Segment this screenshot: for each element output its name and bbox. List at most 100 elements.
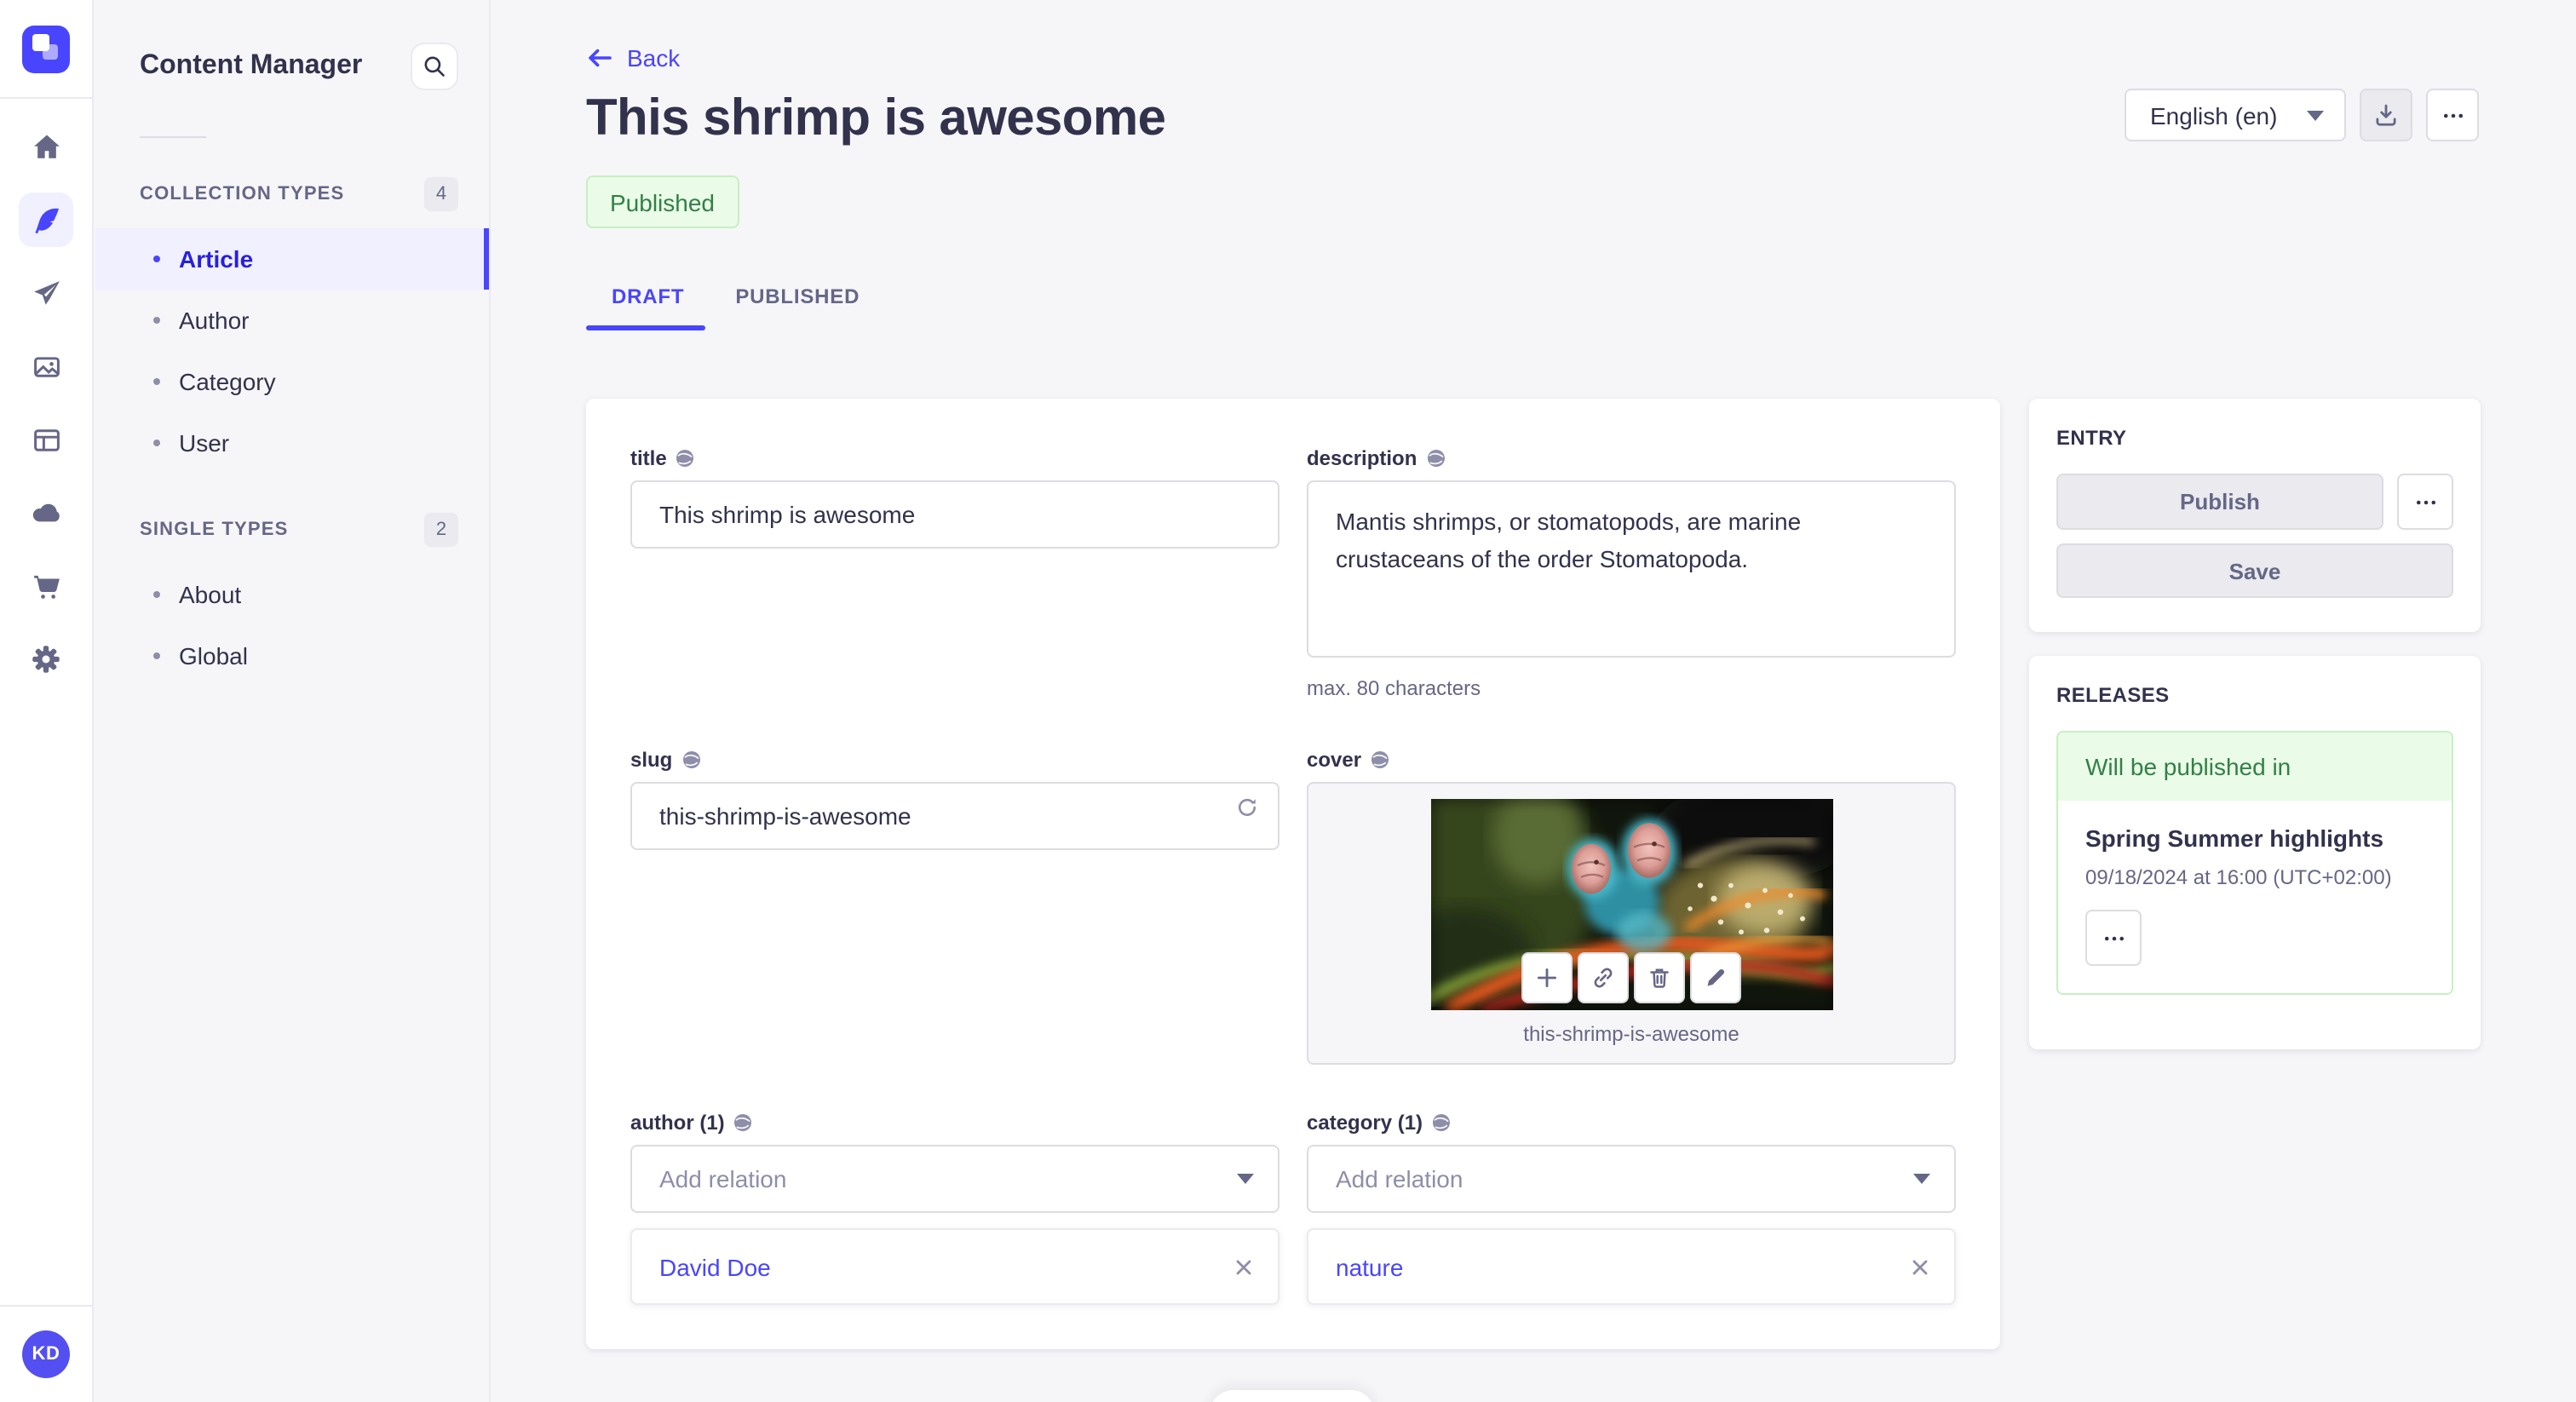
- single-types-count: 2: [424, 513, 458, 547]
- search-icon: [424, 56, 445, 77]
- add-media-button[interactable]: [1521, 952, 1573, 1003]
- globe-icon: [1427, 450, 1445, 467]
- sidebar-item-category[interactable]: Category: [95, 351, 489, 412]
- plus-icon: [1537, 968, 1557, 988]
- title-input[interactable]: [630, 480, 1279, 549]
- category-relation-item: nature: [1307, 1228, 1956, 1305]
- subnav-divider: [140, 136, 206, 138]
- bullet-icon: [153, 652, 160, 659]
- globe-icon: [676, 450, 694, 467]
- locale-select[interactable]: English (en): [2125, 89, 2346, 141]
- nav-rail: KD: [0, 0, 94, 1402]
- tab-active-underline: [586, 325, 705, 330]
- subnav-title: Content Manager: [140, 51, 363, 80]
- chevron-down-icon: [2307, 110, 2324, 120]
- pencil-icon: [1707, 968, 1725, 986]
- publish-button[interactable]: Publish: [2056, 474, 2383, 530]
- download-icon: [2376, 104, 2396, 126]
- content-manager-icon[interactable]: [19, 192, 73, 247]
- sidebar-item-author[interactable]: Author: [95, 290, 489, 351]
- release-more-button[interactable]: [2085, 910, 2142, 966]
- bullet-icon: [153, 317, 160, 324]
- status-badge: Published: [586, 175, 739, 228]
- refresh-icon: [1239, 798, 1256, 816]
- field-author: author (1) Add relation David Doe: [630, 1111, 1279, 1305]
- strapi-logo[interactable]: [22, 26, 70, 73]
- field-cover: cover this-shrimp-is-awesome: [1307, 748, 1956, 1065]
- ellipsis-icon: [2442, 112, 2463, 118]
- sidebar-item-global[interactable]: Global: [95, 625, 489, 687]
- relation-link[interactable]: David Doe: [659, 1253, 771, 1280]
- back-link[interactable]: Back: [586, 44, 680, 72]
- main-content: Back This shrimp is awesome Published En…: [491, 0, 2576, 1402]
- author-relation-item: David Doe: [630, 1228, 1279, 1305]
- chevron-down-icon: [1913, 1174, 1930, 1184]
- ellipsis-icon: [2415, 499, 2435, 504]
- globe-icon: [682, 751, 700, 768]
- slug-input[interactable]: [630, 782, 1279, 850]
- save-button[interactable]: Save: [2056, 543, 2453, 598]
- ellipsis-icon: [2103, 935, 2124, 940]
- export-button[interactable]: [2360, 89, 2412, 141]
- bottom-panel-handle[interactable]: [1210, 1390, 1375, 1402]
- cloud-icon[interactable]: [19, 486, 73, 540]
- category-relation-select[interactable]: Add relation: [1307, 1145, 1956, 1213]
- link-icon: [1594, 968, 1613, 988]
- settings-gear-icon[interactable]: [19, 632, 73, 687]
- collection-types-count: 4: [424, 177, 458, 211]
- release-name: Spring Summer highlights: [2085, 825, 2384, 852]
- field-category: category (1) Add relation nature: [1307, 1111, 1956, 1305]
- releases-icon[interactable]: [19, 266, 73, 320]
- more-options-button[interactable]: [2426, 89, 2479, 141]
- field-title: title: [630, 446, 1279, 700]
- field-description: description Mantis shrimps, or stomatopo…: [1307, 446, 1956, 700]
- active-indicator: [484, 228, 489, 290]
- entry-panel-title: ENTRY: [2056, 426, 2127, 450]
- field-slug: slug: [630, 748, 1279, 1065]
- bullet-icon: [153, 378, 160, 385]
- content-manager-sidebar: Content Manager COLLECTION TYPES 4 Artic…: [95, 0, 491, 1402]
- home-icon[interactable]: [19, 119, 73, 174]
- release-card: Will be published in Spring Summer highl…: [2056, 731, 2453, 995]
- version-tabs: DRAFT PUBLISHED: [586, 271, 885, 322]
- globe-icon: [734, 1114, 752, 1131]
- cover-caption: this-shrimp-is-awesome: [1523, 1022, 1739, 1046]
- releases-panel-title: RELEASES: [2056, 683, 2170, 707]
- copy-link-button[interactable]: [1578, 952, 1629, 1003]
- edit-media-button[interactable]: [1690, 952, 1741, 1003]
- relation-link[interactable]: nature: [1336, 1253, 1403, 1280]
- bullet-icon: [153, 440, 160, 446]
- user-avatar[interactable]: KD: [22, 1330, 70, 1378]
- sidebar-item-about[interactable]: About: [95, 564, 489, 625]
- delete-media-button[interactable]: [1634, 952, 1685, 1003]
- page-title: This shrimp is awesome: [586, 90, 1166, 147]
- description-textarea[interactable]: Mantis shrimps, or stomatopods, are mari…: [1307, 480, 1956, 658]
- arrow-left-icon: [589, 49, 612, 67]
- sidebar-item-article[interactable]: Article: [95, 228, 489, 290]
- marketplace-cart-icon[interactable]: [19, 559, 73, 613]
- chevron-down-icon: [1237, 1174, 1254, 1184]
- regenerate-slug-button[interactable]: [1235, 796, 1259, 819]
- tab-published[interactable]: PUBLISHED: [710, 271, 885, 322]
- author-relation-select[interactable]: Add relation: [630, 1145, 1279, 1213]
- remove-relation-icon[interactable]: [1233, 1256, 1254, 1277]
- tab-draft[interactable]: DRAFT: [586, 271, 710, 322]
- sidebar-item-user[interactable]: User: [95, 412, 489, 474]
- remove-relation-icon[interactable]: [1910, 1256, 1930, 1277]
- bullet-icon: [153, 591, 160, 598]
- entry-more-button[interactable]: [2397, 474, 2453, 530]
- globe-icon: [1433, 1114, 1451, 1131]
- content-type-builder-icon[interactable]: [19, 412, 73, 467]
- globe-icon: [1371, 751, 1389, 768]
- release-status: Will be published in: [2058, 733, 2452, 801]
- search-button[interactable]: [411, 43, 458, 90]
- app-window: KD Content Manager COLLECTION TYPES 4 Ar…: [0, 0, 2576, 1402]
- media-library-icon[interactable]: [19, 339, 73, 394]
- description-hint: max. 80 characters: [1307, 676, 1481, 700]
- release-date: 09/18/2024 at 16:00 (UTC+02:00): [2085, 865, 2392, 889]
- section-label-collection-types: COLLECTION TYPES: [140, 184, 345, 204]
- trash-icon: [1650, 968, 1669, 988]
- bullet-icon: [153, 256, 160, 262]
- entry-panel: ENTRY Publish Save: [2029, 399, 2481, 632]
- section-label-single-types: SINGLE TYPES: [140, 520, 289, 540]
